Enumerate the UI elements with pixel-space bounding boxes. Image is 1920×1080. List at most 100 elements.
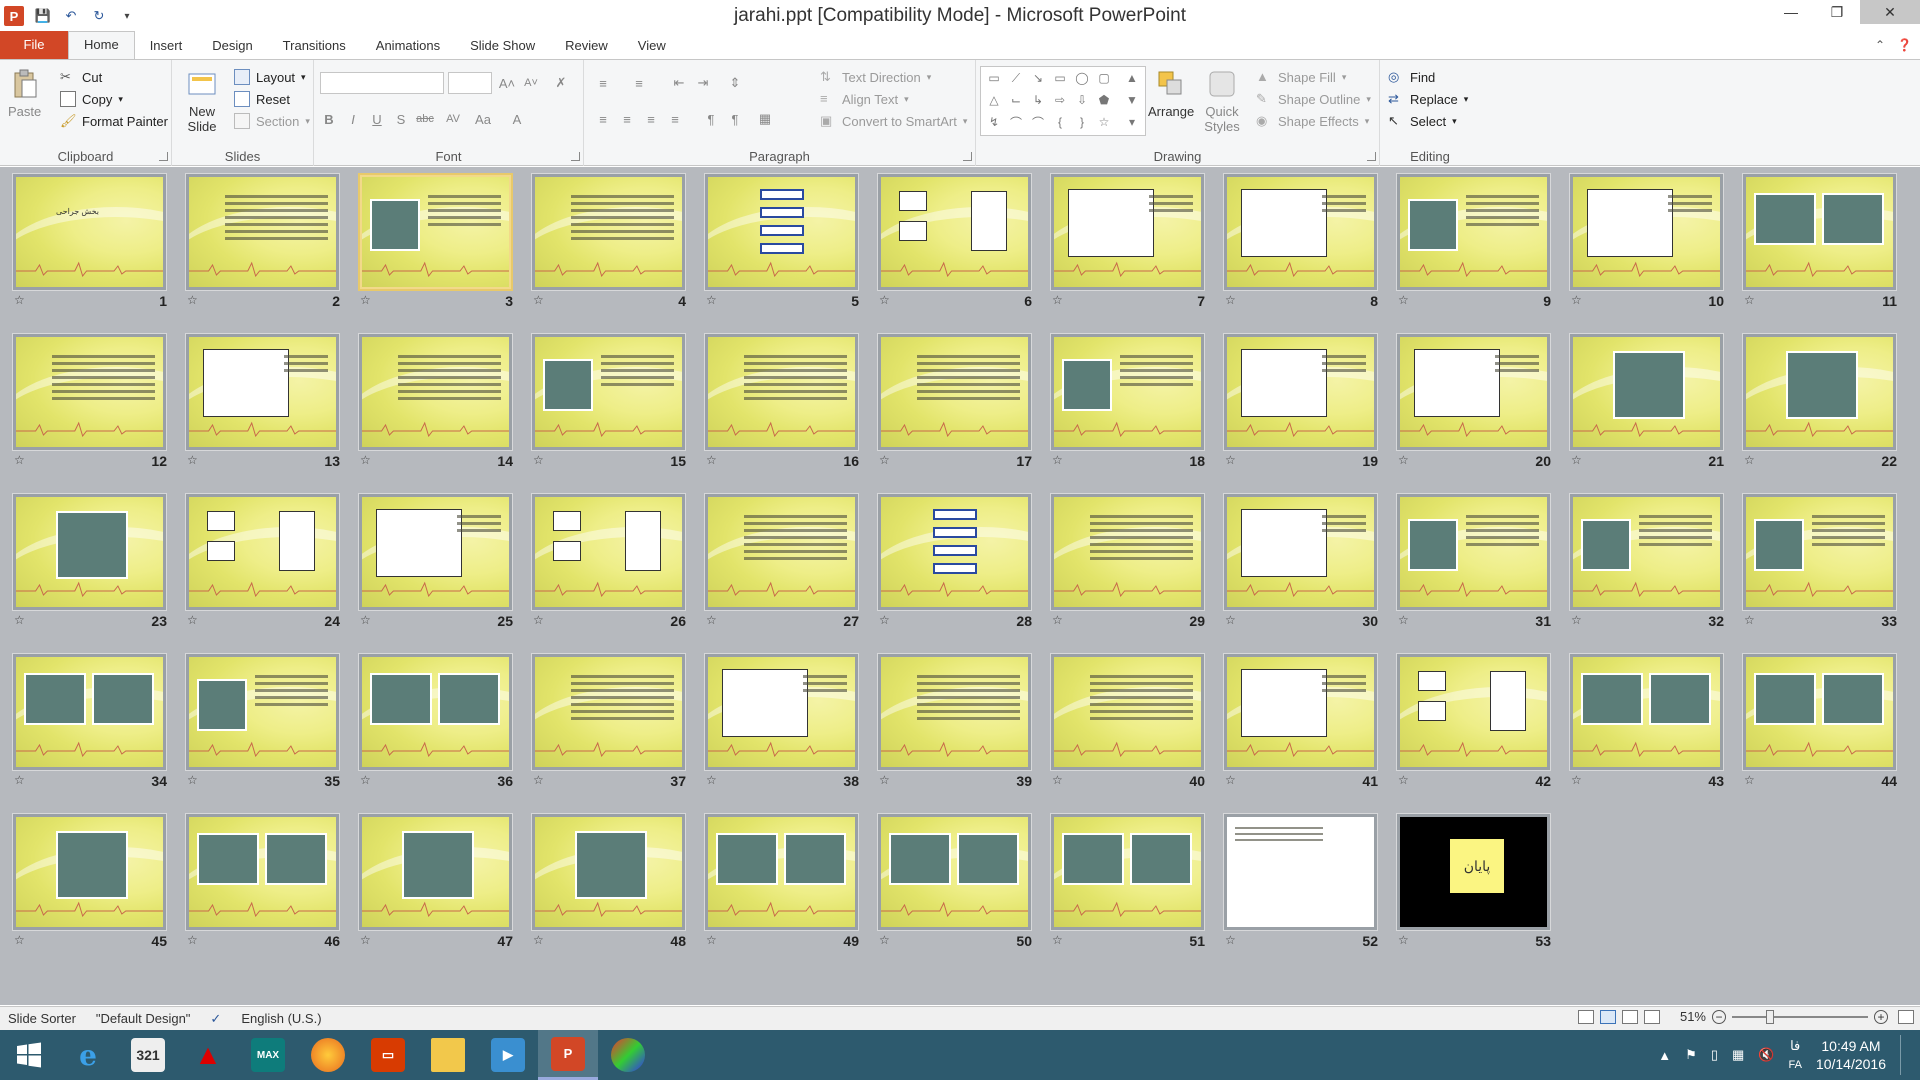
paint-taskbar-icon[interactable] xyxy=(598,1030,658,1080)
numbering-icon[interactable]: ≡ xyxy=(628,72,650,94)
slide-transition-icon[interactable]: ☆ xyxy=(1398,933,1409,947)
slide-transition-icon[interactable]: ☆ xyxy=(1744,453,1755,467)
slide-thumbnail[interactable] xyxy=(358,173,513,291)
help-icon[interactable]: ❓ xyxy=(1897,38,1912,52)
tab-home[interactable]: Home xyxy=(68,31,135,59)
paste-button[interactable]: Paste xyxy=(8,68,41,119)
slide-thumbnail[interactable] xyxy=(704,813,859,931)
slide-transition-icon[interactable]: ☆ xyxy=(360,293,371,307)
language-indicator[interactable]: فا FA xyxy=(1788,1037,1801,1074)
star-shape-icon[interactable]: ☆ xyxy=(1095,113,1113,131)
brace-right-shape-icon[interactable]: } xyxy=(1073,113,1091,131)
customize-qat-icon[interactable]: ▾ xyxy=(116,5,138,27)
slideshow-view-button[interactable] xyxy=(1643,1009,1660,1024)
media-player-taskbar-icon[interactable]: ▶ xyxy=(478,1030,538,1080)
arrange-button[interactable]: Arrange xyxy=(1148,68,1194,119)
tab-view[interactable]: View xyxy=(623,33,681,59)
save-icon[interactable]: 💾 xyxy=(32,5,54,27)
slide-thumbnail[interactable] xyxy=(1223,813,1378,931)
quick-styles-button[interactable]: Quick Styles xyxy=(1202,68,1242,134)
slide-transition-icon[interactable]: ☆ xyxy=(706,773,717,787)
slide-transition-icon[interactable]: ☆ xyxy=(1571,293,1582,307)
align-center-icon[interactable]: ≡ xyxy=(616,108,638,130)
tab-insert[interactable]: Insert xyxy=(135,33,198,59)
clear-formatting-icon[interactable]: ✗ xyxy=(550,72,572,94)
freeform-shape-icon[interactable]: ↯ xyxy=(985,113,1003,131)
tab-animations[interactable]: Animations xyxy=(361,33,455,59)
slide-transition-icon[interactable]: ☆ xyxy=(533,613,544,627)
slide-transition-icon[interactable]: ☆ xyxy=(533,453,544,467)
slide-transition-icon[interactable]: ☆ xyxy=(1744,293,1755,307)
language-status[interactable]: English (U.S.) xyxy=(241,1011,321,1026)
select-button[interactable]: ↖ Select ▾ xyxy=(1388,110,1457,132)
font-size-combo[interactable] xyxy=(448,72,492,94)
slide-thumbnail[interactable] xyxy=(704,493,859,611)
font-family-combo[interactable] xyxy=(320,72,444,94)
drawing-dialog-launcher[interactable] xyxy=(1367,152,1376,161)
show-hidden-icons-icon[interactable]: ▲ xyxy=(1658,1048,1671,1063)
slide-thumbnail[interactable] xyxy=(12,813,167,931)
zoom-level[interactable]: 51% xyxy=(1680,1009,1706,1024)
slide-thumbnail[interactable] xyxy=(358,493,513,611)
slide-thumbnail[interactable] xyxy=(12,493,167,611)
slide-thumbnail[interactable] xyxy=(185,813,340,931)
slide-transition-icon[interactable]: ☆ xyxy=(1225,773,1236,787)
shape-fill-button[interactable]: ▲ Shape Fill ▾ xyxy=(1256,66,1346,88)
align-left-icon[interactable]: ≡ xyxy=(592,108,614,130)
zoom-out-button[interactable]: − xyxy=(1712,1009,1726,1024)
slide-transition-icon[interactable]: ☆ xyxy=(1225,293,1236,307)
convert-smartart-button[interactable]: ▣ Convert to SmartArt ▾ xyxy=(820,110,967,132)
minimize-ribbon-icon[interactable]: ⌃ xyxy=(1875,38,1885,52)
slide-thumbnail[interactable] xyxy=(1742,333,1897,451)
arrow-line-shape-icon[interactable]: ↘ xyxy=(1029,69,1047,87)
slide-transition-icon[interactable]: ☆ xyxy=(360,933,371,947)
slide-thumbnail[interactable] xyxy=(1050,173,1205,291)
find-button[interactable]: ◎ Find xyxy=(1388,66,1435,88)
slide-transition-icon[interactable]: ☆ xyxy=(187,773,198,787)
close-button[interactable]: ✕ xyxy=(1860,0,1920,24)
powerpoint-taskbar-icon[interactable]: P xyxy=(538,1030,598,1080)
slide-transition-icon[interactable]: ☆ xyxy=(1744,613,1755,627)
paragraph-dialog-launcher[interactable] xyxy=(963,152,972,161)
fit-to-window-button[interactable] xyxy=(1898,1009,1914,1024)
acrobat-taskbar-icon[interactable]: ▲ xyxy=(178,1030,238,1080)
slide-thumbnail[interactable] xyxy=(1742,493,1897,611)
slide-thumbnail[interactable] xyxy=(1223,173,1378,291)
slide-thumbnail[interactable] xyxy=(1569,653,1724,771)
redo-icon[interactable]: ↻ xyxy=(88,5,110,27)
slide-transition-icon[interactable]: ☆ xyxy=(706,293,717,307)
columns-icon[interactable]: ▦ xyxy=(754,108,776,130)
slide-thumbnail[interactable] xyxy=(1569,493,1724,611)
slide-transition-icon[interactable]: ☆ xyxy=(1571,613,1582,627)
increase-indent-icon[interactable]: ⇥ xyxy=(692,72,714,94)
office-taskbar-icon[interactable]: ▭ xyxy=(358,1030,418,1080)
replace-button[interactable]: ⇄ Replace ▾ xyxy=(1388,88,1468,110)
slide-thumbnail[interactable] xyxy=(1569,333,1724,451)
show-desktop-button[interactable] xyxy=(1900,1035,1906,1075)
elbow-shape-icon[interactable]: ⌙ xyxy=(1007,91,1025,109)
slide-thumbnail[interactable] xyxy=(531,653,686,771)
format-painter-button[interactable]: 🖌 Format Painter xyxy=(60,110,168,132)
font-dialog-launcher[interactable] xyxy=(571,152,580,161)
minimize-button[interactable]: — xyxy=(1768,0,1814,24)
strikethrough-icon[interactable]: abc xyxy=(414,108,436,130)
slide-transition-icon[interactable]: ☆ xyxy=(1052,293,1063,307)
font-color-icon[interactable]: A xyxy=(506,108,528,130)
proofing-icon[interactable]: ✓ xyxy=(210,1011,221,1027)
slide-thumbnail[interactable] xyxy=(1223,493,1378,611)
rtl-icon[interactable]: ¶ xyxy=(724,108,746,130)
clock[interactable]: 10:49 AM 10/14/2016 xyxy=(1816,1037,1886,1073)
slide-transition-icon[interactable]: ☆ xyxy=(1571,453,1582,467)
slide-transition-icon[interactable]: ☆ xyxy=(879,613,890,627)
textbox-shape-icon[interactable]: ▭ xyxy=(985,69,1003,87)
slide-thumbnail[interactable]: بخش جراحی xyxy=(12,173,167,291)
underline-icon[interactable]: U xyxy=(366,108,388,130)
slide-sorter-view-button[interactable] xyxy=(1599,1009,1616,1024)
slide-thumbnail[interactable] xyxy=(1742,173,1897,291)
clipboard-dialog-launcher[interactable] xyxy=(159,152,168,161)
slide-thumbnail[interactable] xyxy=(1223,333,1378,451)
slide-thumbnail[interactable] xyxy=(12,653,167,771)
zoom-in-button[interactable]: + xyxy=(1874,1009,1888,1024)
file-explorer-taskbar-icon[interactable] xyxy=(418,1030,478,1080)
tab-slide-show[interactable]: Slide Show xyxy=(455,33,550,59)
